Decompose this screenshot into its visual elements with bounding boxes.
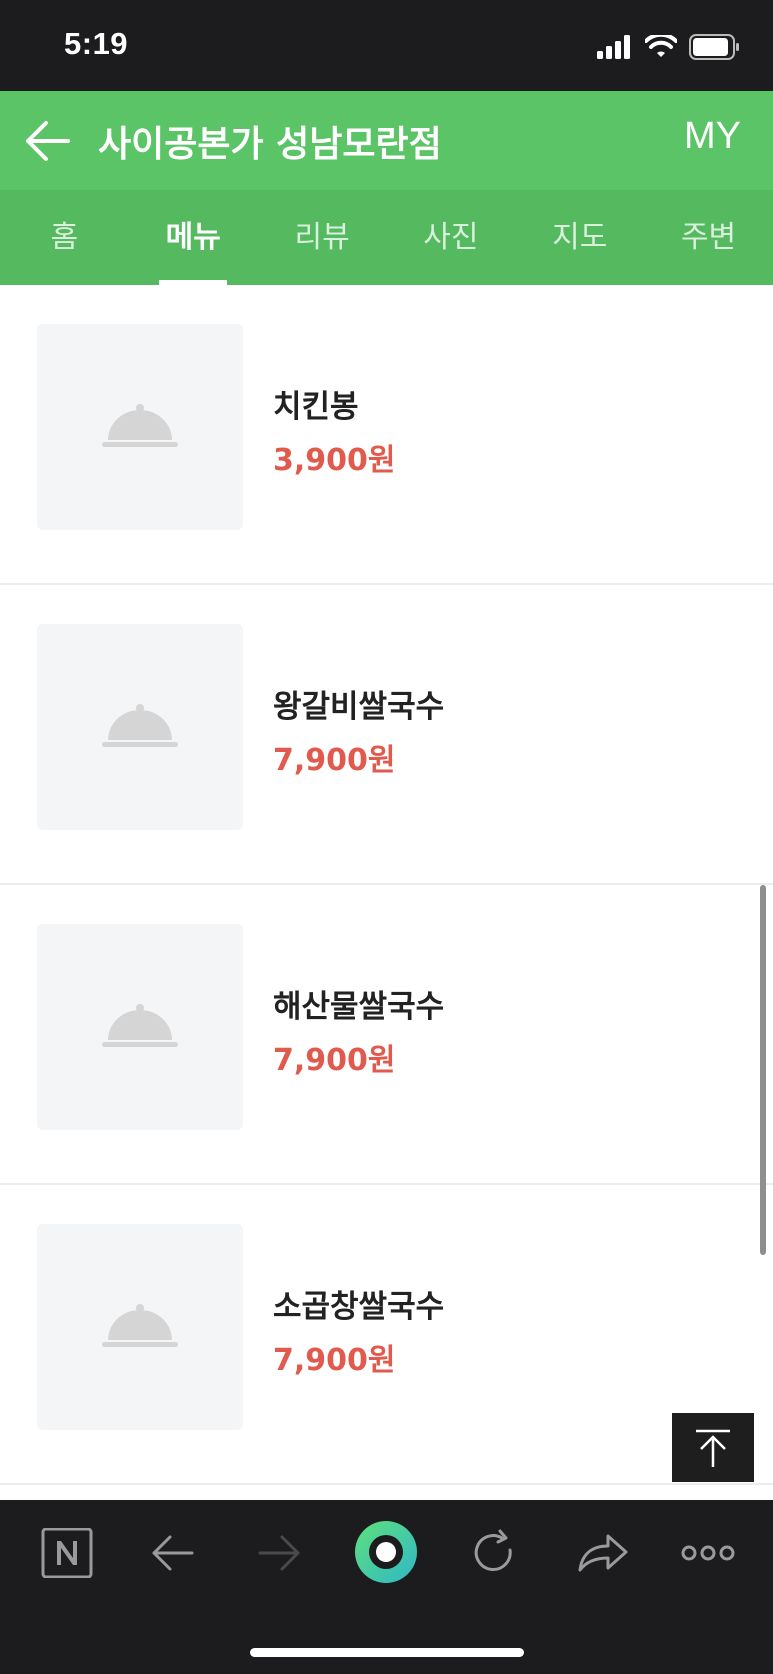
scrollbar[interactable] [760, 885, 766, 1255]
menu-item[interactable]: 치킨봉 3,900원 [0, 285, 773, 585]
green-dot-home-icon [355, 1521, 417, 1583]
refresh-button[interactable] [462, 1528, 526, 1578]
wifi-icon [645, 35, 677, 57]
menu-item-price: 7,900원 [273, 1343, 396, 1378]
menu-item-thumbnail [37, 324, 243, 530]
tab-map[interactable]: 지도 [515, 190, 644, 285]
menu-item-name: 해산물쌀국수 [273, 989, 445, 1025]
menu-item[interactable]: 해산물쌀국수 7,900원 [0, 885, 773, 1185]
status-icons [597, 34, 741, 60]
menu-item-price: 7,900원 [273, 1043, 396, 1078]
scroll-to-top-button[interactable] [672, 1413, 754, 1482]
tab-nearby[interactable]: 주변 [644, 190, 773, 285]
arrow-left-icon [26, 121, 70, 161]
food-cloche-icon [102, 1304, 178, 1347]
tab-photos[interactable]: 사진 [386, 190, 515, 285]
battery-icon [689, 34, 739, 60]
menu-item-name: 왕갈비쌀국수 [273, 689, 445, 725]
tab-reviews[interactable]: 리뷰 [258, 190, 387, 285]
menu-item-name: 소곱창쌀국수 [273, 1289, 445, 1325]
tab-home[interactable]: 홈 [0, 190, 129, 285]
food-cloche-icon [102, 1004, 178, 1047]
tab-menu[interactable]: 메뉴 [129, 190, 258, 285]
food-cloche-icon [102, 404, 178, 447]
share-button[interactable] [570, 1528, 634, 1578]
header: 사이공본가 성남모란점 MY [0, 91, 773, 190]
refresh-icon [474, 1529, 512, 1571]
menu-item-price: 3,900원 [273, 443, 396, 478]
home-green-dot-button[interactable] [354, 1520, 418, 1584]
cellular-signal-icon [597, 35, 630, 59]
back-arrow-icon [152, 1535, 194, 1571]
menu-item-thumbnail [37, 624, 243, 830]
menu-item[interactable]: 왕갈비쌀국수 7,900원 [0, 585, 773, 885]
more-dots-icon [681, 1545, 735, 1561]
browser-back-button[interactable] [140, 1528, 204, 1578]
browser-bottom-bar [0, 1500, 773, 1674]
menu-item-price: 7,900원 [273, 743, 396, 778]
status-time: 5:19 [64, 26, 129, 61]
naver-button[interactable] [36, 1527, 100, 1579]
tab-bar: 홈 메뉴 리뷰 사진 지도 주변 [0, 190, 773, 285]
menu-list: 치킨봉 3,900원 왕갈비쌀국수 7,900원 해산물쌀국수 7,900원 소… [0, 285, 773, 1485]
naver-n-icon [41, 1527, 93, 1579]
browser-forward-button[interactable] [248, 1528, 312, 1578]
forward-arrow-icon [258, 1535, 300, 1571]
share-icon [578, 1534, 628, 1572]
food-cloche-icon [102, 704, 178, 747]
more-button[interactable] [676, 1528, 740, 1578]
menu-item-thumbnail [37, 924, 243, 1130]
back-button[interactable] [24, 117, 74, 165]
menu-item[interactable]: 소곱창쌀국수 7,900원 [0, 1185, 773, 1485]
my-button[interactable]: MY [684, 115, 741, 158]
page-title: 사이공본가 성남모란점 [98, 124, 442, 165]
menu-item-name: 치킨봉 [273, 389, 359, 425]
home-indicator[interactable] [250, 1648, 524, 1657]
menu-item-thumbnail [37, 1224, 243, 1430]
status-bar: 5:19 [0, 0, 773, 91]
scroll-to-top-icon [696, 1429, 730, 1467]
